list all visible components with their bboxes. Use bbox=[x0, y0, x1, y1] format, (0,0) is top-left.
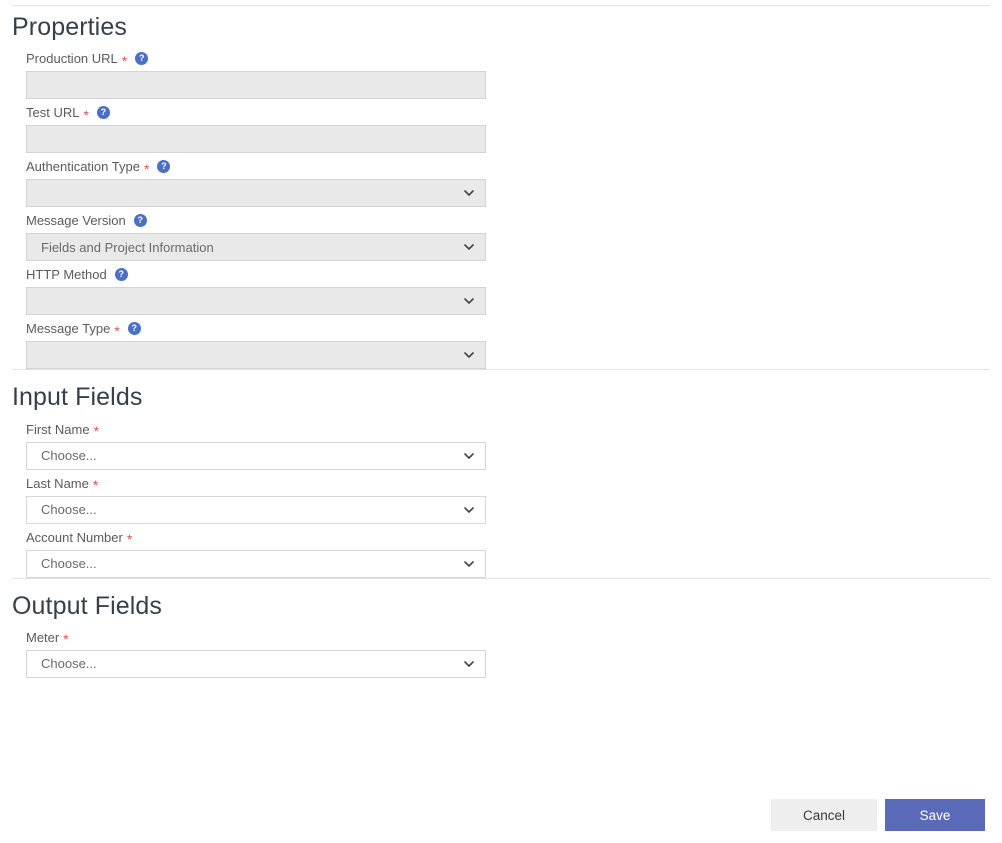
field-message-version: Message Version? Fields and Project Infor… bbox=[0, 207, 1002, 262]
help-question-icon[interactable]: ? bbox=[133, 214, 147, 228]
label-text: First Name bbox=[26, 421, 90, 437]
required-asterisk: * bbox=[126, 531, 133, 547]
required-asterisk: * bbox=[121, 52, 128, 69]
input-test-url bbox=[26, 125, 486, 154]
chevron-down-icon bbox=[464, 188, 474, 198]
section-input-fields: Input Fields First Name * Choose... Last Nam… bbox=[0, 370, 1002, 578]
label-message-version: Message Version? bbox=[26, 212, 1002, 229]
section-title-input-fields: Input Fields bbox=[12, 383, 143, 412]
label-text: Message Version bbox=[26, 213, 126, 229]
select-message-version: Fields and Project Information bbox=[26, 233, 486, 262]
label-first-name: First Name * bbox=[26, 421, 1002, 439]
select-http-method bbox=[26, 287, 486, 316]
chevron-down-icon bbox=[464, 242, 474, 252]
field-test-url: Test URL *? bbox=[0, 99, 1002, 154]
field-value: Choose... bbox=[41, 556, 97, 571]
field-message-type: Message Type *? bbox=[0, 315, 1002, 370]
top-divider bbox=[12, 5, 990, 6]
label-meter: Meter * bbox=[26, 629, 1002, 648]
label-account-number: Account Number * bbox=[26, 529, 1002, 547]
chevron-down-icon bbox=[464, 350, 474, 360]
label-text: Production URL bbox=[26, 51, 118, 67]
label-text: HTTP Method bbox=[26, 267, 107, 283]
label-authentication-type: Authentication Type *? bbox=[26, 158, 1002, 177]
field-first-name: First Name * Choose... bbox=[0, 416, 1002, 470]
label-production-url: Production URL *? bbox=[26, 50, 1002, 69]
help-question-icon[interactable]: ? bbox=[114, 268, 128, 282]
help-question-icon[interactable]: ? bbox=[96, 106, 110, 120]
label-http-method: HTTP Method? bbox=[26, 266, 1002, 283]
help-question-icon[interactable]: ? bbox=[135, 52, 149, 66]
input-production-url bbox=[26, 71, 486, 100]
select-account-number[interactable]: Choose... bbox=[26, 549, 486, 578]
settings-form-page: Properties Production URL *? Test URL *? Auth… bbox=[0, 0, 1002, 843]
help-question-icon[interactable]: ? bbox=[157, 160, 171, 174]
cancel-button[interactable]: Cancel bbox=[771, 799, 877, 831]
required-asterisk: * bbox=[92, 477, 99, 493]
label-text: Account Number bbox=[26, 529, 123, 545]
section-output-fields: Output Fields Meter * Choose... bbox=[0, 579, 1002, 678]
form-action-bar: Cancel Save bbox=[0, 799, 1002, 831]
chevron-down-icon bbox=[464, 559, 474, 569]
required-asterisk: * bbox=[63, 631, 69, 648]
chevron-down-icon bbox=[464, 659, 474, 669]
label-text: Last Name bbox=[26, 475, 89, 491]
chevron-down-icon bbox=[464, 296, 474, 306]
required-asterisk: * bbox=[143, 160, 150, 177]
field-value: Choose... bbox=[41, 502, 97, 517]
help-question-icon[interactable]: ? bbox=[127, 322, 141, 336]
section-properties: Properties Production URL *? Test URL *? Auth… bbox=[0, 0, 1002, 370]
field-production-url: Production URL *? bbox=[0, 45, 1002, 100]
required-asterisk: * bbox=[83, 106, 89, 123]
section-title-properties: Properties bbox=[12, 13, 127, 41]
label-text: Meter bbox=[26, 629, 60, 645]
field-authentication-type: Authentication Type *? bbox=[0, 153, 1002, 208]
label-test-url: Test URL *? bbox=[26, 104, 1002, 123]
field-http-method: HTTP Method? bbox=[0, 261, 1002, 316]
select-authentication-type bbox=[26, 179, 486, 208]
section-title-output-fields: Output Fields bbox=[12, 591, 162, 620]
select-meter[interactable]: Choose... bbox=[26, 649, 486, 678]
select-message-type bbox=[26, 341, 486, 370]
field-value: Fields and Project Information bbox=[41, 239, 214, 255]
select-last-name[interactable]: Choose... bbox=[26, 495, 486, 524]
field-meter: Meter * Choose... bbox=[0, 624, 1002, 678]
chevron-down-icon bbox=[464, 505, 474, 515]
label-text: Test URL bbox=[26, 105, 80, 121]
field-account-number: Account Number * Choose... bbox=[0, 524, 1002, 578]
save-button[interactable]: Save bbox=[885, 799, 985, 831]
field-last-name: Last Name * Choose... bbox=[0, 470, 1002, 524]
required-asterisk: * bbox=[93, 423, 100, 439]
field-value: Choose... bbox=[41, 448, 97, 463]
label-last-name: Last Name * bbox=[26, 475, 1002, 493]
label-text: Message Type bbox=[26, 321, 111, 337]
label-message-type: Message Type *? bbox=[26, 320, 1002, 339]
field-value: Choose... bbox=[41, 656, 97, 672]
form-sections: Properties Production URL *? Test URL *? Auth… bbox=[0, 0, 1002, 678]
select-first-name[interactable]: Choose... bbox=[26, 441, 486, 470]
chevron-down-icon bbox=[464, 451, 474, 461]
required-asterisk: * bbox=[114, 322, 120, 339]
label-text: Authentication Type bbox=[26, 159, 140, 175]
